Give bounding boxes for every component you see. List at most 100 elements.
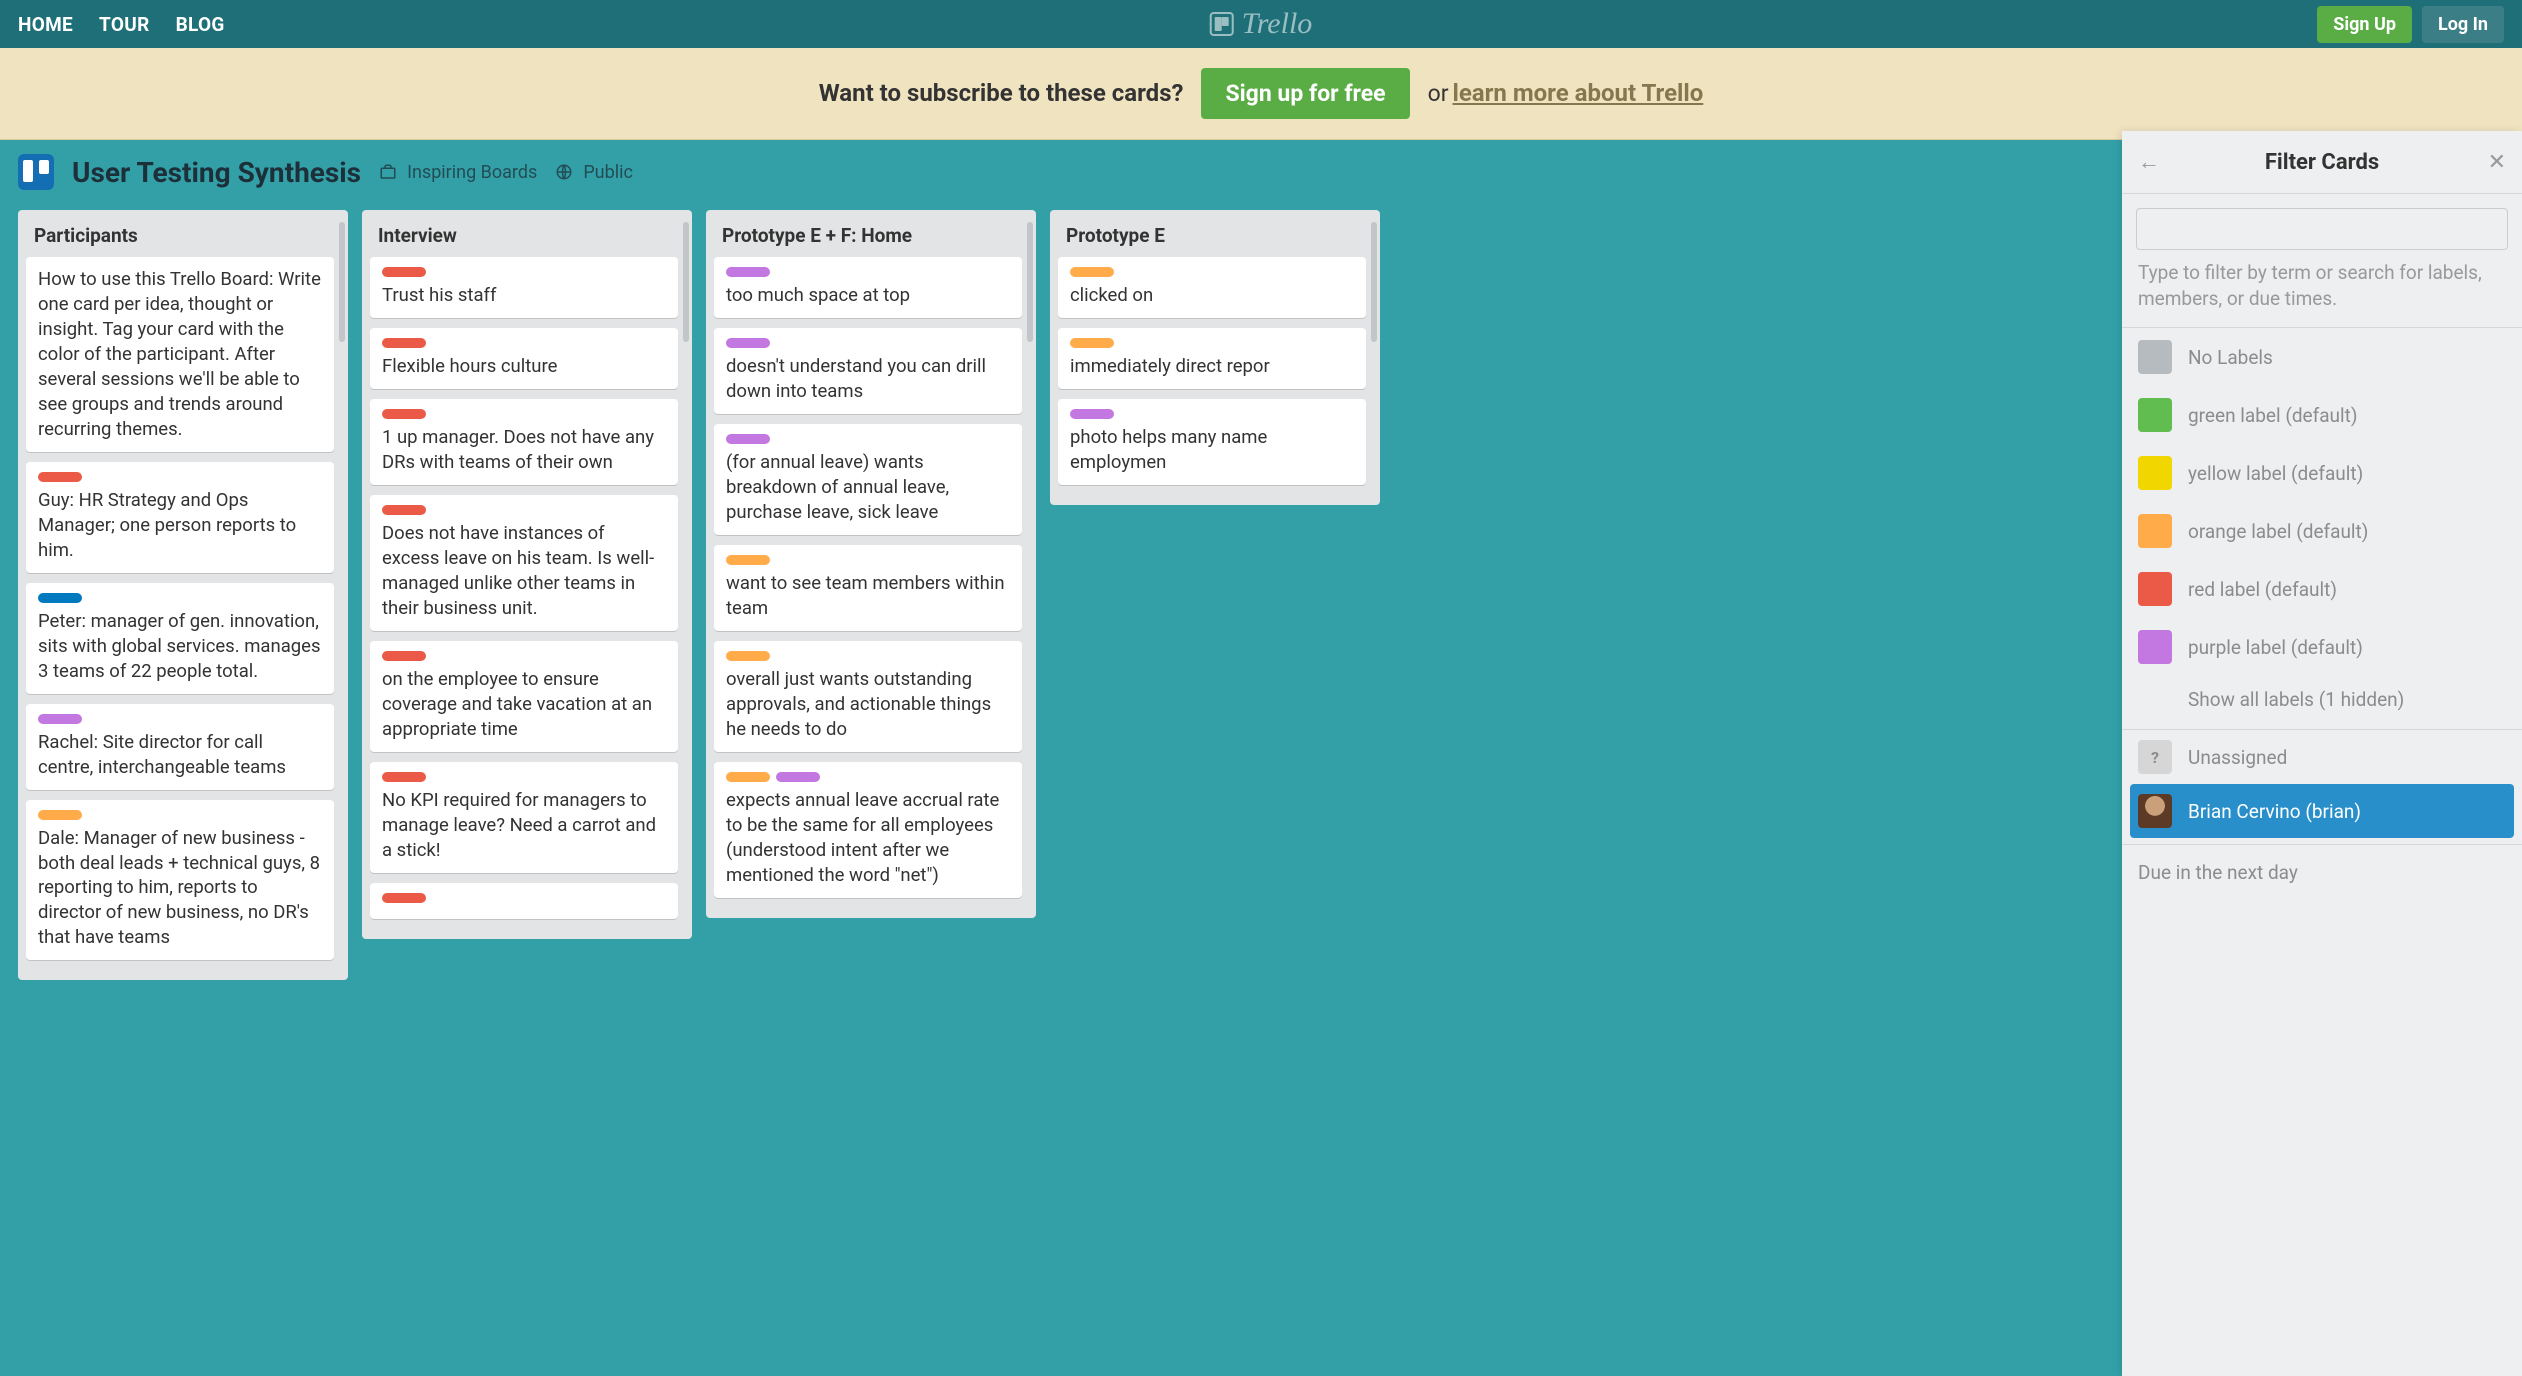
card-text: Flexible hours culture [382,354,666,379]
filter-search-input[interactable] [2136,208,2508,250]
list-cards[interactable]: How to use this Trello Board: Write one … [26,257,340,970]
board-title[interactable]: User Testing Synthesis [72,156,361,189]
card[interactable]: (for annual leave) wants breakdown of an… [714,424,1022,535]
purple-label-icon [1070,409,1114,419]
card-text: clicked on [1070,283,1354,308]
top-navbar: HOME TOUR BLOG Trello Sign Up Log In [0,0,2522,48]
login-button[interactable]: Log In [2422,6,2504,43]
card[interactable]: on the employee to ensure coverage and t… [370,641,678,752]
banner-or: or [1428,80,1449,107]
card-labels [726,434,1010,444]
card[interactable]: expects annual leave accrual rate to be … [714,762,1022,898]
card-text: Does not have instances of excess leave … [382,521,666,621]
unassigned-icon: ? [2138,740,2172,774]
card[interactable]: photo helps many name employmen [1058,399,1366,485]
filter-label-gray[interactable]: No Labels [2122,328,2522,386]
purple-label-icon [776,772,820,782]
board-visibility[interactable]: Public [555,162,633,183]
card[interactable]: immediately direct repor [1058,328,1366,389]
card-text: (for annual leave) wants breakdown of an… [726,450,1010,525]
signup-button[interactable]: Sign Up [2317,6,2412,43]
card[interactable] [370,883,678,919]
nav-blog[interactable]: BLOG [176,13,225,36]
globe-icon [555,163,573,181]
show-all-labels[interactable]: Show all labels (1 hidden) [2122,676,2522,723]
card[interactable]: clicked on [1058,257,1366,318]
list-title[interactable]: Prototype E + F: Home [714,220,1028,257]
filter-label-red[interactable]: red label (default) [2122,560,2522,618]
card[interactable]: Does not have instances of excess leave … [370,495,678,631]
list-title[interactable]: Interview [370,220,684,257]
card-text: Dale: Manager of new business - both dea… [38,826,322,951]
brand-logo[interactable]: Trello [1210,7,1313,41]
card[interactable]: Dale: Manager of new business - both dea… [26,800,334,961]
card[interactable]: Rachel: Site director for call centre, i… [26,704,334,790]
avatar [2138,794,2172,828]
red-label-icon [382,772,426,782]
card-text: Guy: HR Strategy and Ops Manager; one pe… [38,488,322,563]
banner-learn-link[interactable]: learn more about Trello [1452,79,1703,107]
filter-panel: ← Filter Cards ✕ Type to filter by term … [2122,131,2522,1376]
list-title[interactable]: Participants [26,220,340,257]
card[interactable]: How to use this Trello Board: Write one … [26,257,334,452]
list-cards[interactable]: too much space at top doesn't understand … [714,257,1028,908]
filter-member-brian[interactable]: Brian Cervino (brian) [2130,784,2514,838]
card-labels [1070,409,1354,419]
list: Prototype E + F: Hometoo much space at t… [706,210,1036,918]
orange-label-icon [726,772,770,782]
back-icon[interactable]: ← [2138,149,2164,175]
card-text: Peter: manager of gen. innovation, sits … [38,609,322,684]
card[interactable]: too much space at top [714,257,1022,318]
filter-label-text: purple label (default) [2188,636,2363,659]
nav-home[interactable]: HOME [18,13,73,36]
member-name: Brian Cervino (brian) [2188,800,2361,823]
board-org[interactable]: Inspiring Boards [379,162,537,183]
brand-name: Trello [1242,7,1313,41]
card[interactable]: doesn't understand you can drill down in… [714,328,1022,414]
orange-label-icon [1070,338,1114,348]
list: Prototype E clicked on immediately direct … [1050,210,1380,505]
purple-label-icon [726,267,770,277]
card[interactable]: 1 up manager. Does not have any DRs with… [370,399,678,485]
card-text: photo helps many name employmen [1070,425,1354,475]
filter-label-text: red label (default) [2188,578,2337,601]
filter-label-purple[interactable]: purple label (default) [2122,618,2522,676]
card[interactable]: Trust his staff [370,257,678,318]
filter-unassigned[interactable]: ? Unassigned [2122,730,2522,784]
close-icon[interactable]: ✕ [2480,150,2506,175]
list-cards[interactable]: clicked on immediately direct repor photo … [1058,257,1372,495]
red-label-icon [382,267,426,277]
orange-label-icon [726,555,770,565]
card-text: expects annual leave accrual rate to be … [726,788,1010,888]
list-title[interactable]: Prototype E [1058,220,1372,257]
red-label-icon [38,472,82,482]
card[interactable]: Peter: manager of gen. innovation, sits … [26,583,334,694]
red-swatch-icon [2138,572,2172,606]
purple-label-icon [726,434,770,444]
card-labels [38,472,322,482]
card-labels [382,338,666,348]
filter-label-yellow[interactable]: yellow label (default) [2122,444,2522,502]
card[interactable]: overall just wants outstanding approvals… [714,641,1022,752]
trello-icon [1210,12,1234,36]
card-labels [382,409,666,419]
card[interactable]: want to see team members within team [714,545,1022,631]
filter-label-orange[interactable]: orange label (default) [2122,502,2522,560]
orange-swatch-icon [2138,514,2172,548]
list-cards[interactable]: Trust his staff Flexible hours culture 1 u… [370,257,684,929]
briefcase-icon [379,163,397,181]
card-text: overall just wants outstanding approvals… [726,667,1010,742]
blue-label-icon [38,593,82,603]
filter-due-next-day[interactable]: Due in the next day [2122,845,2522,900]
card[interactable]: No KPI required for managers to manage l… [370,762,678,873]
nav-tour[interactable]: TOUR [99,13,150,36]
card[interactable]: Flexible hours culture [370,328,678,389]
card-text: immediately direct repor [1070,354,1354,379]
banner-signup-button[interactable]: Sign up for free [1201,68,1409,119]
red-label-icon [382,338,426,348]
card-labels [38,714,322,724]
filter-label-green[interactable]: green label (default) [2122,386,2522,444]
card[interactable]: Guy: HR Strategy and Ops Manager; one pe… [26,462,334,573]
filter-label-text: orange label (default) [2188,520,2368,543]
red-label-icon [382,505,426,515]
